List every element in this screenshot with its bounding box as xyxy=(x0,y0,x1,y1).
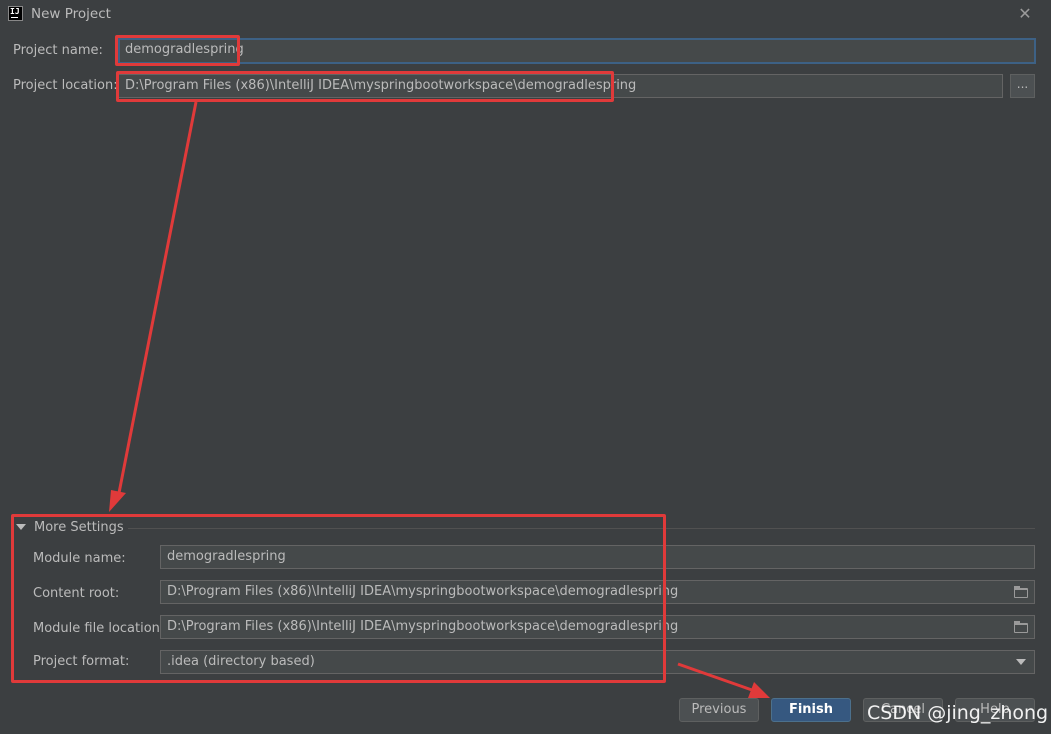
arrow-head-to-settings xyxy=(109,490,126,512)
watermark: CSDN @jing_zhong xyxy=(867,702,1049,724)
arrow-line-to-finish xyxy=(677,662,753,692)
annotation-arrows xyxy=(109,101,770,698)
arrow-head-to-finish xyxy=(748,682,770,698)
arrow-line-to-settings xyxy=(116,101,198,499)
